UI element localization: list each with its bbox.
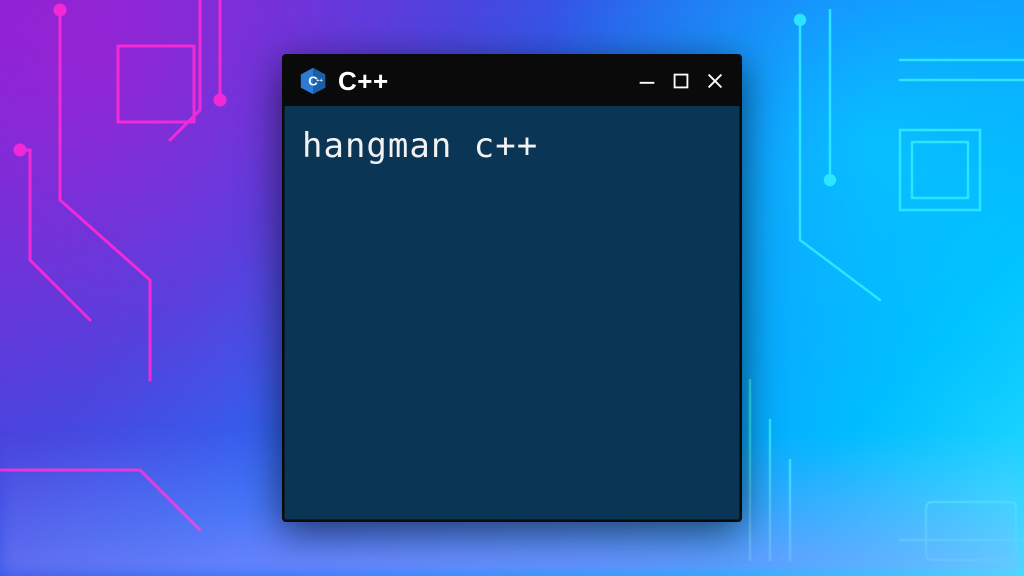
window-controls xyxy=(636,70,726,92)
cpp-logo-icon: C ++ xyxy=(298,66,328,96)
close-icon xyxy=(704,70,726,92)
console-window: C ++ C++ hangman c++ xyxy=(282,54,742,522)
minimize-icon xyxy=(636,70,658,92)
window-title: C++ xyxy=(338,66,389,97)
titlebar[interactable]: C ++ C++ xyxy=(284,56,740,106)
minimize-button[interactable] xyxy=(636,70,658,92)
maximize-icon xyxy=(670,70,692,92)
close-button[interactable] xyxy=(704,70,726,92)
window-wrapper: C ++ C++ hangman c++ xyxy=(282,54,742,522)
console-output: hangman c++ xyxy=(284,106,740,186)
maximize-button[interactable] xyxy=(670,70,692,92)
svg-text:++: ++ xyxy=(316,78,323,84)
